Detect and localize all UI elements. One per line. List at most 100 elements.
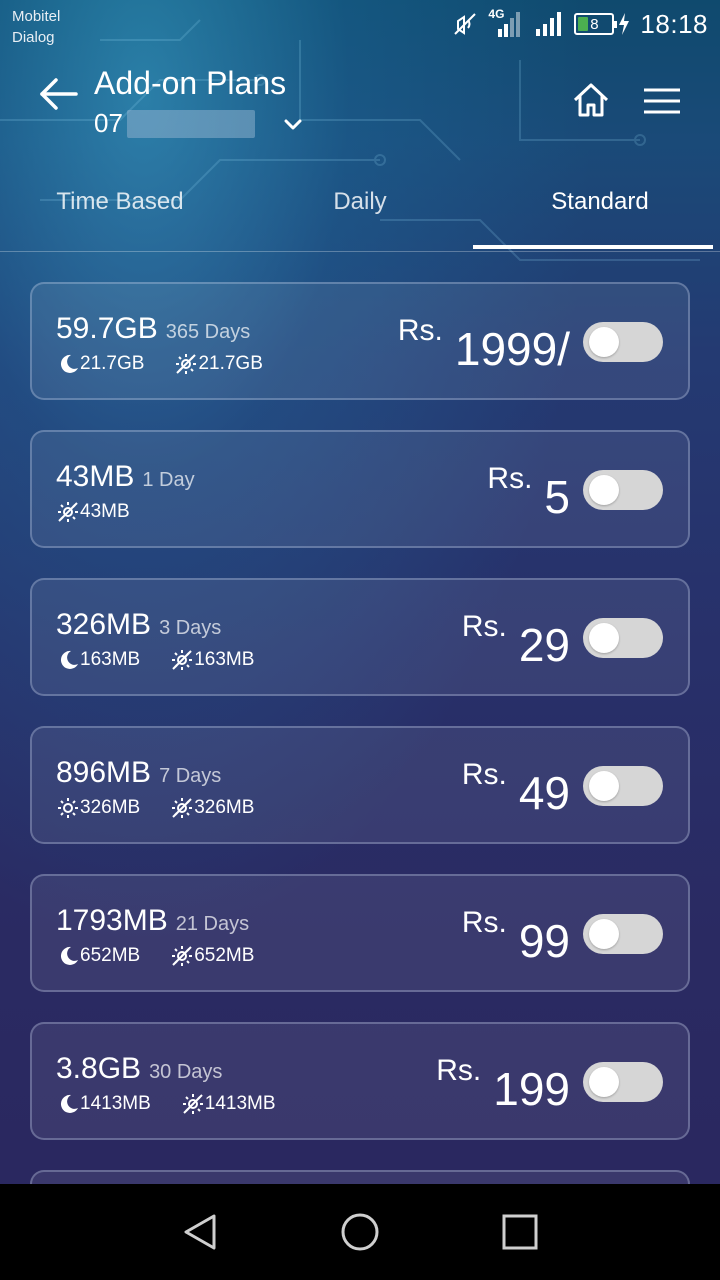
tab-time-based[interactable]: Time Based <box>0 188 240 216</box>
plan-breakdown: 43MB <box>56 500 130 524</box>
status-icons: 4G 8 18:18 <box>452 6 708 42</box>
no-sun-icon <box>176 354 197 374</box>
circle-home-icon[interactable] <box>338 1210 382 1254</box>
plan-breakdown: 163MB 163MB <box>56 648 254 672</box>
plan-price: Rs. 49 <box>462 750 570 820</box>
plan-activate-toggle[interactable] <box>583 1062 663 1102</box>
anytime-allowance: 21.7GB <box>174 352 263 376</box>
night-allowance: 1413MB <box>56 1092 151 1116</box>
vibrate-off-icon <box>454 13 477 35</box>
chevron-down-icon[interactable] <box>281 112 305 136</box>
toggle-knob <box>589 771 619 801</box>
price-currency: Rs. <box>436 1054 482 1087</box>
anytime-allowance: 1413MB <box>181 1092 276 1116</box>
hamburger-menu-icon[interactable] <box>642 86 682 116</box>
price-amount: 199 <box>493 1063 570 1115</box>
plan-card[interactable]: 1793MB 21 Days 652MB 652MB Rs. 99 <box>30 874 690 992</box>
price-currency: Rs. <box>461 906 507 939</box>
price-amount: 49 <box>518 767 570 819</box>
moon-icon <box>60 946 78 965</box>
plan-activate-toggle[interactable] <box>583 618 663 658</box>
plan-card[interactable]: 59.7GB 365 Days 21.7GB 21.7GB Rs. 1999/ <box>30 282 690 400</box>
carrier-2: Dialog <box>12 29 55 46</box>
plan-price: Rs. 5 <box>487 454 570 524</box>
price-amount: 99 <box>518 915 570 967</box>
price-currency: Rs. <box>461 610 507 643</box>
anytime-allowance: 43MB <box>56 500 130 524</box>
plan-price: Rs. 199 <box>436 1046 570 1116</box>
carrier-1: Mobitel <box>12 8 61 25</box>
no-sun-icon <box>172 650 193 670</box>
clock: 18:18 <box>640 8 708 39</box>
plan-volume-row: 896MB 7 Days <box>56 756 221 790</box>
plan-validity: 21 Days <box>175 913 250 935</box>
app-header: Add-on Plans 07 <box>0 50 720 150</box>
system-nav-bar <box>0 1184 720 1280</box>
price-amount: 5 <box>544 471 570 523</box>
app-screen: Mobitel Dialog 4G 8 18:18 Add-on Plans 0… <box>0 0 720 1184</box>
carrier-names: Mobitel Dialog <box>12 6 60 48</box>
plan-validity: 1 Day <box>142 469 195 491</box>
charging-bolt-icon <box>619 13 630 35</box>
plan-volume: 59.7GB <box>56 312 158 345</box>
plan-card[interactable]: 43MB 1 Day 43MB Rs. 5 <box>30 430 690 548</box>
network-4g-signal: 4G <box>488 7 524 39</box>
plan-card-partial[interactable] <box>30 1170 690 1184</box>
plan-volume: 326MB <box>56 608 152 641</box>
plan-breakdown: 652MB 652MB <box>56 944 254 968</box>
battery-icon: 8 <box>574 13 618 35</box>
plan-activate-toggle[interactable] <box>583 766 663 806</box>
plan-volume: 896MB <box>56 756 152 789</box>
plan-volume-row: 59.7GB 365 Days <box>56 312 250 346</box>
day-allowance: 326MB <box>56 796 140 820</box>
moon-icon <box>60 1094 78 1113</box>
plan-tabs: Time Based Daily Standard <box>0 170 720 252</box>
toggle-knob <box>589 623 619 653</box>
back-arrow-icon[interactable] <box>36 72 80 116</box>
plan-volume-row: 1793MB 21 Days <box>56 904 249 938</box>
plan-card[interactable]: 3.8GB 30 Days 1413MB 1413MB Rs. 199 <box>30 1022 690 1140</box>
plan-breakdown: 21.7GB 21.7GB <box>56 352 263 376</box>
plan-validity: 7 Days <box>159 765 222 787</box>
plan-breakdown: 326MB 326MB <box>56 796 254 820</box>
active-tab-indicator <box>473 245 713 249</box>
night-allowance: 163MB <box>56 648 140 672</box>
plan-activate-toggle[interactable] <box>583 914 663 954</box>
plan-card[interactable]: 326MB 3 Days 163MB 163MB Rs. 29 <box>30 578 690 696</box>
price-amount: 29 <box>518 619 570 671</box>
tab-standard[interactable]: Standard <box>480 188 720 216</box>
toggle-knob <box>589 919 619 949</box>
no-sun-icon <box>58 502 78 522</box>
plan-volume-row: 43MB 1 Day <box>56 460 195 494</box>
plan-activate-toggle[interactable] <box>583 470 663 510</box>
signal-bars-icon <box>498 12 521 37</box>
plan-volume-row: 3.8GB 30 Days <box>56 1052 222 1086</box>
triangle-back-icon[interactable] <box>178 1210 222 1254</box>
plan-activate-toggle[interactable] <box>583 322 663 362</box>
toggle-knob <box>589 327 619 357</box>
plan-volume: 3.8GB <box>56 1052 142 1085</box>
night-allowance: 652MB <box>56 944 140 968</box>
no-sun-icon <box>172 946 193 966</box>
status-bar: Mobitel Dialog 4G 8 18:18 <box>0 0 720 50</box>
plan-validity: 30 Days <box>149 1061 223 1083</box>
no-sun-icon <box>182 1094 203 1114</box>
plan-validity: 3 Days <box>159 617 222 639</box>
anytime-allowance: 163MB <box>170 648 254 672</box>
square-recents-icon[interactable] <box>498 1210 542 1254</box>
plan-card[interactable]: 896MB 7 Days 326MB 326MB Rs. 49 <box>30 726 690 844</box>
plan-volume: 43MB <box>56 460 135 493</box>
price-currency: Rs. <box>487 462 533 495</box>
tab-daily[interactable]: Daily <box>240 188 480 216</box>
sun-icon <box>58 798 78 818</box>
number-selector[interactable]: 07 <box>94 108 305 139</box>
cell-signal-icon <box>536 12 562 36</box>
toggle-knob <box>589 475 619 505</box>
anytime-allowance: 652MB <box>170 944 254 968</box>
anytime-allowance: 326MB <box>170 796 254 820</box>
home-icon[interactable] <box>571 80 611 120</box>
redacted-number <box>126 109 255 138</box>
plan-volume-row: 326MB 3 Days <box>56 608 221 642</box>
plan-volume: 1793MB <box>56 904 168 937</box>
plan-breakdown: 1413MB 1413MB <box>56 1092 276 1116</box>
